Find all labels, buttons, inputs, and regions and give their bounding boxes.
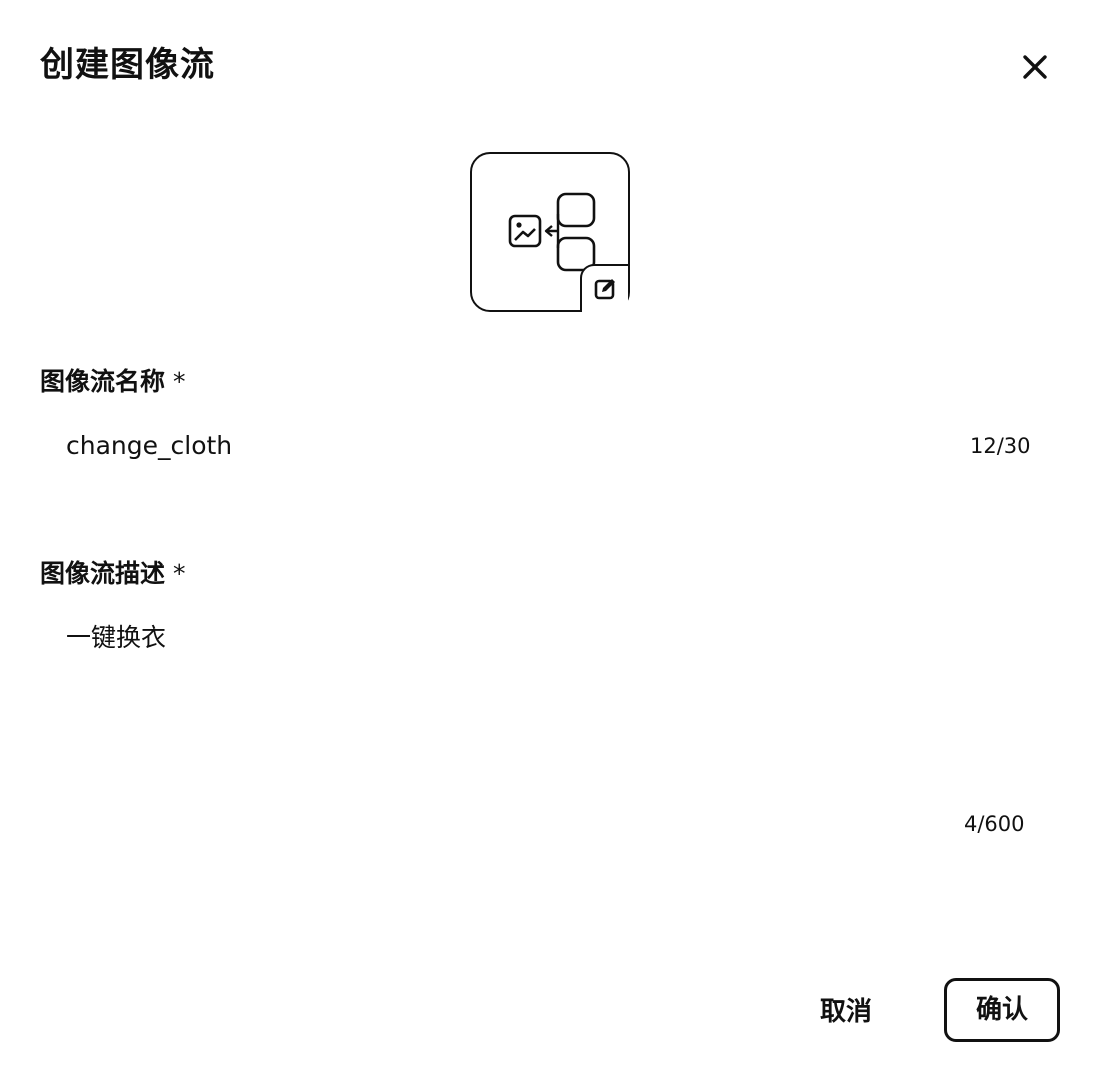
- required-mark: *: [173, 367, 186, 396]
- name-label-text: 图像流名称: [40, 367, 166, 396]
- name-input-value: change_cloth: [66, 431, 233, 460]
- name-char-counter: 12/30: [970, 434, 1031, 458]
- dialog-title: 创建图像流: [40, 45, 215, 85]
- close-button[interactable]: [1014, 46, 1056, 88]
- name-input[interactable]: change_cloth 12/30: [40, 420, 1050, 476]
- create-image-flow-dialog: 创建图像流 图像流名称 * change_cloth 12/30 图像流描述 *…: [0, 0, 1102, 1082]
- cancel-button[interactable]: 取消: [800, 990, 892, 1034]
- description-textarea-value: 一键换衣: [66, 623, 167, 652]
- edit-icon: [594, 279, 615, 300]
- close-icon: [1023, 55, 1047, 79]
- edit-avatar-button[interactable]: [580, 264, 628, 312]
- confirm-button[interactable]: 确认: [944, 978, 1060, 1042]
- description-char-counter: 4/600: [964, 812, 1025, 836]
- description-textarea[interactable]: 一键换衣 4/600: [40, 612, 1050, 852]
- description-field-label: 图像流描述 *: [40, 558, 186, 590]
- required-mark: *: [173, 559, 186, 588]
- description-label-text: 图像流描述: [40, 559, 166, 588]
- name-field-label: 图像流名称 *: [40, 366, 186, 398]
- image-flow-icon: [508, 192, 596, 272]
- avatar-picker[interactable]: [470, 152, 630, 312]
